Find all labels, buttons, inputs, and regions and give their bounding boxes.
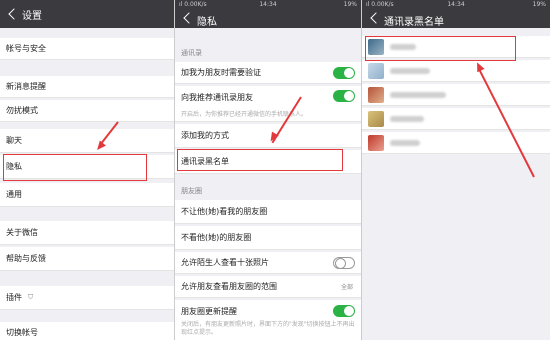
stranger-view-label: 允许陌生人查看十张照片 [181,258,269,267]
settings-item-label: 勿扰模式 [6,106,38,115]
settings-item-switch-account[interactable]: 切换帐号 [0,322,174,340]
settings-item-label: 帐号与安全 [6,44,46,53]
page-title: 设置 [22,11,42,22]
settings-item-label: 通用 [6,190,22,199]
blurred-contact-name [390,92,446,98]
battery-level: 19% [532,1,546,8]
friend-range-label: 允许朋友查看朋友圈的范围 [181,282,277,291]
status-bar: ıl 0.00K/s 14:34 19% [175,0,361,9]
stranger-view-row: 允许陌生人查看十张照片 [175,252,361,274]
moments-update-label: 朋友圈更新提醒 [181,306,237,316]
settings-item-notifications[interactable]: 新消息提醒 [0,76,174,98]
settings-item-label: 插件 [6,293,22,302]
avatar [368,63,384,79]
hide-my-moments-row[interactable]: 不让他(她)看我的朋友圈 [175,200,361,224]
friend-range-value: 全部 [340,284,353,291]
recommend-contacts-toggle[interactable] [333,90,355,102]
avatar [368,135,384,151]
back-arrow-icon[interactable] [368,10,382,26]
settings-item-label: 切换帐号 [6,328,38,337]
moments-update-toggle[interactable] [333,305,355,317]
settings-item-do-not-disturb[interactable]: 勿扰模式 [0,100,174,122]
blacklist-contact-row[interactable] [362,60,550,82]
privacy-screen: ıl 0.00K/s 14:34 19% 隐私 通讯录 加我为朋友时需要验证 向… [174,0,361,340]
friend-range-row[interactable]: 允许朋友查看朋友圈的范围 全部 [175,276,361,298]
stranger-view-toggle[interactable] [333,257,355,269]
hide-their-moments-row[interactable]: 不看他(她)的朋友圈 [175,226,361,250]
recommend-hint-row: 开启后，为你推荐已经开通微信的手机联系人。 [175,106,361,122]
settings-item-general[interactable]: 通用 [0,183,174,207]
back-arrow-icon[interactable] [6,6,20,22]
moments-hint: 关闭后，有朋友更新照片时，界面下方的"发现"切换按钮上不再出现红点提示。 [181,321,355,336]
settings-item-label: 新消息提醒 [6,82,46,91]
shield-icon: ⛉ [28,293,34,301]
settings-item-plugins[interactable]: 插件 ⛉ [0,286,174,310]
moments-update-row: 朋友圈更新提醒 [175,300,361,322]
hide-their-moments-label: 不看他(她)的朋友圈 [181,233,252,242]
blacklist-contact-row[interactable] [362,108,550,130]
highlight-first-contact-box [365,36,516,61]
section-contacts-label: 通讯录 [181,49,202,57]
page-title: 隐私 [197,17,217,28]
settings-item-label: 聊天 [6,136,22,145]
battery-level: 19% [343,1,357,8]
settings-topbar: 设置 [0,0,174,28]
back-arrow-icon[interactable] [181,10,195,26]
blacklist-topbar: ıl 0.00K/s 14:34 19% 通讯录黑名单 [362,0,550,28]
moments-hint-row: 关闭后，有朋友更新照片时，界面下方的"发现"切换按钮上不再出现红点提示。 [175,321,361,340]
avatar [368,87,384,103]
settings-screen: 设置 帐号与安全 新消息提醒 勿扰模式 聊天 隐私 通用 关于微信 帮助与反馈 … [0,0,174,340]
verify-friend-row: 加我为朋友时需要验证 [175,62,361,84]
highlight-privacy-box [3,154,147,181]
blurred-contact-name [390,116,424,122]
settings-item-about[interactable]: 关于微信 [0,221,174,245]
status-time: 14:34 [259,1,277,8]
status-time: 14:34 [447,1,465,8]
recommend-contacts-row: 向我推荐通讯录朋友 [175,86,361,108]
settings-item-help[interactable]: 帮助与反馈 [0,247,174,271]
verify-friend-toggle[interactable] [333,67,355,79]
add-me-methods-label: 添加我的方式 [181,131,229,140]
highlight-blacklist-box [177,149,343,171]
settings-item-label: 帮助与反馈 [6,254,46,263]
settings-item-label: 关于微信 [6,228,38,237]
hide-my-moments-label: 不让他(她)看我的朋友圈 [181,207,268,216]
privacy-topbar: ıl 0.00K/s 14:34 19% 隐私 [175,0,361,28]
page-title: 通讯录黑名单 [384,17,444,28]
recommend-contacts-label: 向我推荐通讯录朋友 [181,92,253,102]
blurred-contact-name [390,140,420,146]
avatar [368,111,384,127]
blacklist-contact-row[interactable] [362,84,550,106]
settings-item-chat[interactable]: 聊天 [0,129,174,153]
settings-item-account-security[interactable]: 帐号与安全 [0,38,174,60]
blurred-contact-name [390,68,430,74]
section-moments-label: 朋友圈 [181,187,202,195]
verify-friend-label: 加我为朋友时需要验证 [181,68,261,77]
status-bar: ıl 0.00K/s 14:34 19% [362,0,550,9]
blacklist-screen: ıl 0.00K/s 14:34 19% 通讯录黑名单 [361,0,550,340]
